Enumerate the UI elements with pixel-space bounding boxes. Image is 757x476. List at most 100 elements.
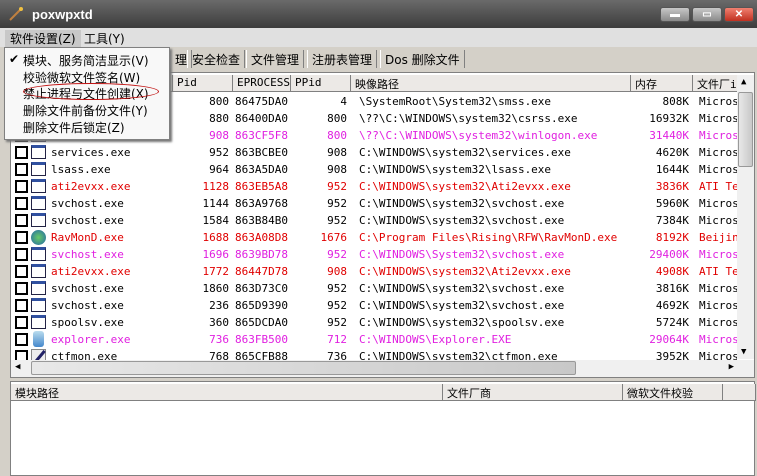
column-header-vendor[interactable]: 文件厂i xyxy=(693,75,738,92)
pid-cell: 908 xyxy=(209,129,229,142)
process-name: services.exe xyxy=(51,146,131,159)
eprocess-cell: 863CF5F8 xyxy=(235,129,288,142)
memory-cell: 808K xyxy=(662,95,690,108)
row-checkbox[interactable] xyxy=(15,214,28,227)
menu-item-compact-display[interactable]: 模块、服务简洁显示(V) xyxy=(23,52,149,69)
path-cell: C:\WINDOWS\system32\spoolsv.exe xyxy=(359,316,565,329)
row-checkbox[interactable] xyxy=(15,146,28,159)
scroll-down-icon[interactable]: ▼ xyxy=(741,347,746,357)
menu-item-backup-before-delete[interactable]: 删除文件前备份文件(Y) xyxy=(23,102,148,119)
memory-cell: 4620K xyxy=(655,146,689,159)
row-checkbox[interactable] xyxy=(15,231,28,244)
tab-file-manager[interactable]: 文件管理 xyxy=(246,50,305,68)
memory-cell: 4908K xyxy=(655,265,689,278)
vertical-scrollbar[interactable]: ▲ ▼ xyxy=(737,75,754,359)
table-row[interactable]: spoolsv.exe 360 865DCDA0 952 C:\WINDOWS\syst… xyxy=(11,314,737,331)
vendor-cell: Micros xyxy=(699,333,737,346)
row-checkbox[interactable] xyxy=(15,265,28,278)
row-checkbox[interactable] xyxy=(15,316,28,329)
pid-cell: 736 xyxy=(209,333,229,346)
path-cell: C:\WINDOWS\system32\svchost.exe xyxy=(359,299,565,312)
vendor-cell: Micros xyxy=(699,129,737,142)
menu-bar: 软件设置(Z) 工具(Y) xyxy=(0,28,757,47)
row-checkbox[interactable] xyxy=(15,197,28,210)
path-cell: C:\WINDOWS\system32\svchost.exe xyxy=(359,214,565,227)
eprocess-cell: 865D9390 xyxy=(235,299,288,312)
pid-cell: 1696 xyxy=(202,248,230,261)
eprocess-cell: 863FB500 xyxy=(235,333,288,346)
row-checkbox[interactable] xyxy=(15,282,28,295)
table-row[interactable]: explorer.exe 736 863FB500 712 C:\WINDOWS\Exp… xyxy=(11,331,737,348)
ppid-cell: 1676 xyxy=(320,231,348,244)
menu-software-settings[interactable]: 软件设置(Z) xyxy=(5,30,81,47)
ppid-cell: 952 xyxy=(327,316,347,329)
tab-security-check[interactable]: 安全检查 xyxy=(187,50,246,68)
ppid-cell: 952 xyxy=(327,214,347,227)
window-icon xyxy=(31,315,46,329)
column-header-pid[interactable]: Pid xyxy=(173,75,233,92)
scroll-left-icon[interactable]: ◀ xyxy=(15,362,20,372)
table-row[interactable]: svchost.exe 1860 863D73C0 952 C:\WINDOWS\sys… xyxy=(11,280,737,297)
eprocess-cell: 863EB5A8 xyxy=(235,180,288,193)
vendor-cell: Micros xyxy=(699,282,737,295)
window-icon xyxy=(31,213,46,227)
path-cell: \SystemRoot\System32\smss.exe xyxy=(359,95,552,108)
window-icon xyxy=(31,179,46,193)
horizontal-scroll-thumb[interactable] xyxy=(31,361,576,375)
eprocess-cell: 863A08D8 xyxy=(235,231,288,244)
wand-icon xyxy=(9,7,23,21)
table-row[interactable]: ati2evxx.exe 1128 863EB5A8 952 C:\WINDOWS\sy… xyxy=(11,178,737,195)
eprocess-cell: 865DCDA0 xyxy=(235,316,288,329)
row-checkbox[interactable] xyxy=(15,163,28,176)
column-header-module-path[interactable]: 模块路径 xyxy=(11,384,443,401)
maximize-button[interactable]: ▭ xyxy=(692,7,722,22)
table-row[interactable]: services.exe 952 863BCBE0 908 C:\WINDOWS\sys… xyxy=(11,144,737,161)
table-row[interactable]: svchost.exe 236 865D9390 952 C:\WINDOWS\syst… xyxy=(11,297,737,314)
memory-cell: 3816K xyxy=(655,282,689,295)
vendor-cell: Micros xyxy=(699,316,737,329)
memory-cell: 7384K xyxy=(655,214,689,227)
table-row[interactable]: svchost.exe 1696 8639BD78 952 C:\WINDOWS\Sys… xyxy=(11,246,737,263)
vertical-scroll-thumb[interactable] xyxy=(738,92,753,167)
path-cell: C:\WINDOWS\system32\services.exe xyxy=(359,146,571,159)
minimize-button[interactable]: ▬ xyxy=(660,7,690,22)
scroll-right-icon[interactable]: ▶ xyxy=(729,362,734,372)
path-cell: C:\WINDOWS\system32\Ati2evxx.exe xyxy=(359,265,571,278)
table-row[interactable]: svchost.exe 1144 863A9768 952 C:\WINDOWS\sys… xyxy=(11,195,737,212)
table-row[interactable]: svchost.exe 1584 863B84B0 952 C:\WINDOWS\sys… xyxy=(11,212,737,229)
column-header-ppid[interactable]: PPid xyxy=(291,75,351,92)
tab-dos-delete[interactable]: Dos 删除文件 xyxy=(380,50,465,68)
process-name: svchost.exe xyxy=(51,214,124,227)
ppid-cell: 952 xyxy=(327,282,347,295)
horizontal-scrollbar[interactable]: ◀ ▶ xyxy=(11,360,754,377)
column-header-eprocess[interactable]: EPROCESS xyxy=(233,75,291,92)
vendor-cell: Beijin xyxy=(699,231,737,244)
menu-tools[interactable]: 工具(Y) xyxy=(79,30,130,47)
tab-registry-manager[interactable]: 注册表管理 xyxy=(307,50,378,68)
table-row[interactable]: lsass.exe 964 863A5DA0 908 C:\WINDOWS\system… xyxy=(11,161,737,178)
process-name: svchost.exe xyxy=(51,282,124,295)
memory-cell: 4692K xyxy=(655,299,689,312)
row-checkbox[interactable] xyxy=(15,180,28,193)
table-row[interactable]: RavMonD.exe 1688 863A08D8 1676 C:\Program Fi… xyxy=(11,229,737,246)
column-header-ms-verify[interactable]: 微软文件校验 xyxy=(623,384,723,401)
path-cell: C:\WINDOWS\system32\svchost.exe xyxy=(359,197,565,210)
vendor-cell: Micros xyxy=(699,299,737,312)
memory-cell: 8192K xyxy=(655,231,689,244)
table-row[interactable]: ati2evxx.exe 1772 86447D78 908 C:\WINDOWS\sy… xyxy=(11,263,737,280)
vendor-cell: Micros xyxy=(699,112,737,125)
scroll-up-icon[interactable]: ▲ xyxy=(741,77,746,87)
window-icon xyxy=(31,298,46,312)
checkmark-icon: ✔ xyxy=(9,52,20,66)
eprocess-cell: 86475DA0 xyxy=(235,95,288,108)
row-checkbox[interactable] xyxy=(15,248,28,261)
menu-item-lock-after-delete[interactable]: 删除文件后锁定(Z) xyxy=(23,119,125,136)
pid-cell: 952 xyxy=(209,146,229,159)
column-header-file-vendor[interactable]: 文件厂商 xyxy=(443,384,623,401)
close-button[interactable]: ✕ xyxy=(724,7,754,22)
column-header-path[interactable]: 映像路径 xyxy=(351,75,631,92)
memory-cell: 29400K xyxy=(649,248,689,261)
row-checkbox[interactable] xyxy=(15,333,28,346)
row-checkbox[interactable] xyxy=(15,299,28,312)
column-header-memory[interactable]: 内存 xyxy=(631,75,693,92)
